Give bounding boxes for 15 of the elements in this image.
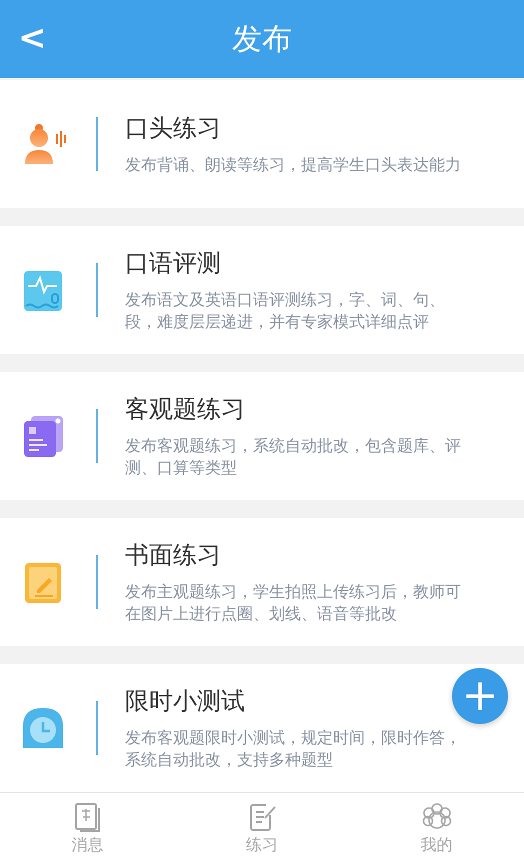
option-title: 口语评测: [125, 248, 222, 279]
publish-option-card[interactable]: 客观题练习 发布客观题练习，系统自动批改，包含题库、评测、口算等类型: [0, 372, 524, 500]
publish-option-card[interactable]: 书面练习 发布主观题练习，学生拍照上传练习后，教师可在图片上进行点圈、划线、语音等批改: [0, 518, 524, 646]
option-title: 书面练习: [125, 540, 222, 571]
option-title: 客观题练习: [125, 394, 246, 425]
option-description: 发布客观题练习，系统自动批改，包含题库、评测、口算等类型: [125, 435, 462, 479]
option-description: 发布主观题练习，学生拍照上传练习后，教师可在图片上进行点圈、划线、语音等批改: [125, 581, 462, 625]
publish-option-card[interactable]: 口语评测 发布语文及英语口语评测练习，字、词、句、段，难度层层递进，并有专家模式详细点评: [0, 226, 524, 354]
option-description: 发布语文及英语口语评测练习，字、词、句、段，难度层层递进，并有专家模式详细点评: [125, 289, 446, 333]
option-title: 口头练习: [125, 113, 222, 144]
option-description: 发布客观题限时小测试，规定时间，限时作答，系统自动批改，支持多种题型: [125, 727, 462, 771]
option-title: 限时小测试: [125, 686, 246, 717]
option-description: 发布背诵、朗读等练习，提高学生口头表达能力: [125, 154, 462, 176]
publish-option-card[interactable]: 口头练习 发布背诵、朗读等练习，提高学生口头表达能力: [0, 80, 524, 208]
page-title: 发布: [232, 20, 292, 58]
